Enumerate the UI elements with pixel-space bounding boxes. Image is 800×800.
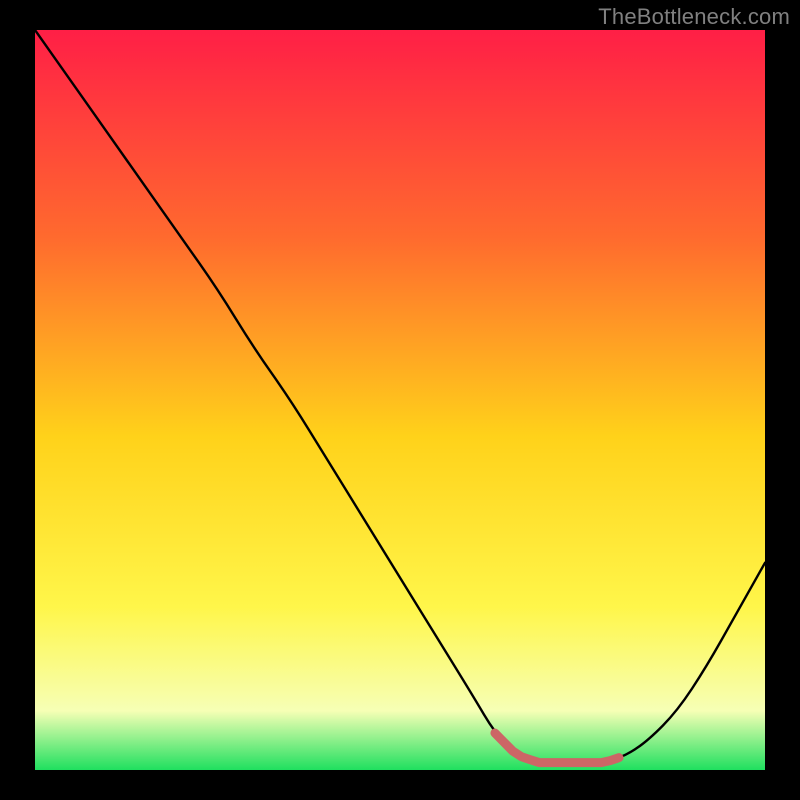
bottleneck-plot-svg — [35, 30, 765, 770]
plot-area — [35, 30, 765, 770]
watermark-text: TheBottleneck.com — [598, 4, 790, 30]
chart-frame: TheBottleneck.com — [0, 0, 800, 800]
gradient-background — [35, 30, 765, 770]
